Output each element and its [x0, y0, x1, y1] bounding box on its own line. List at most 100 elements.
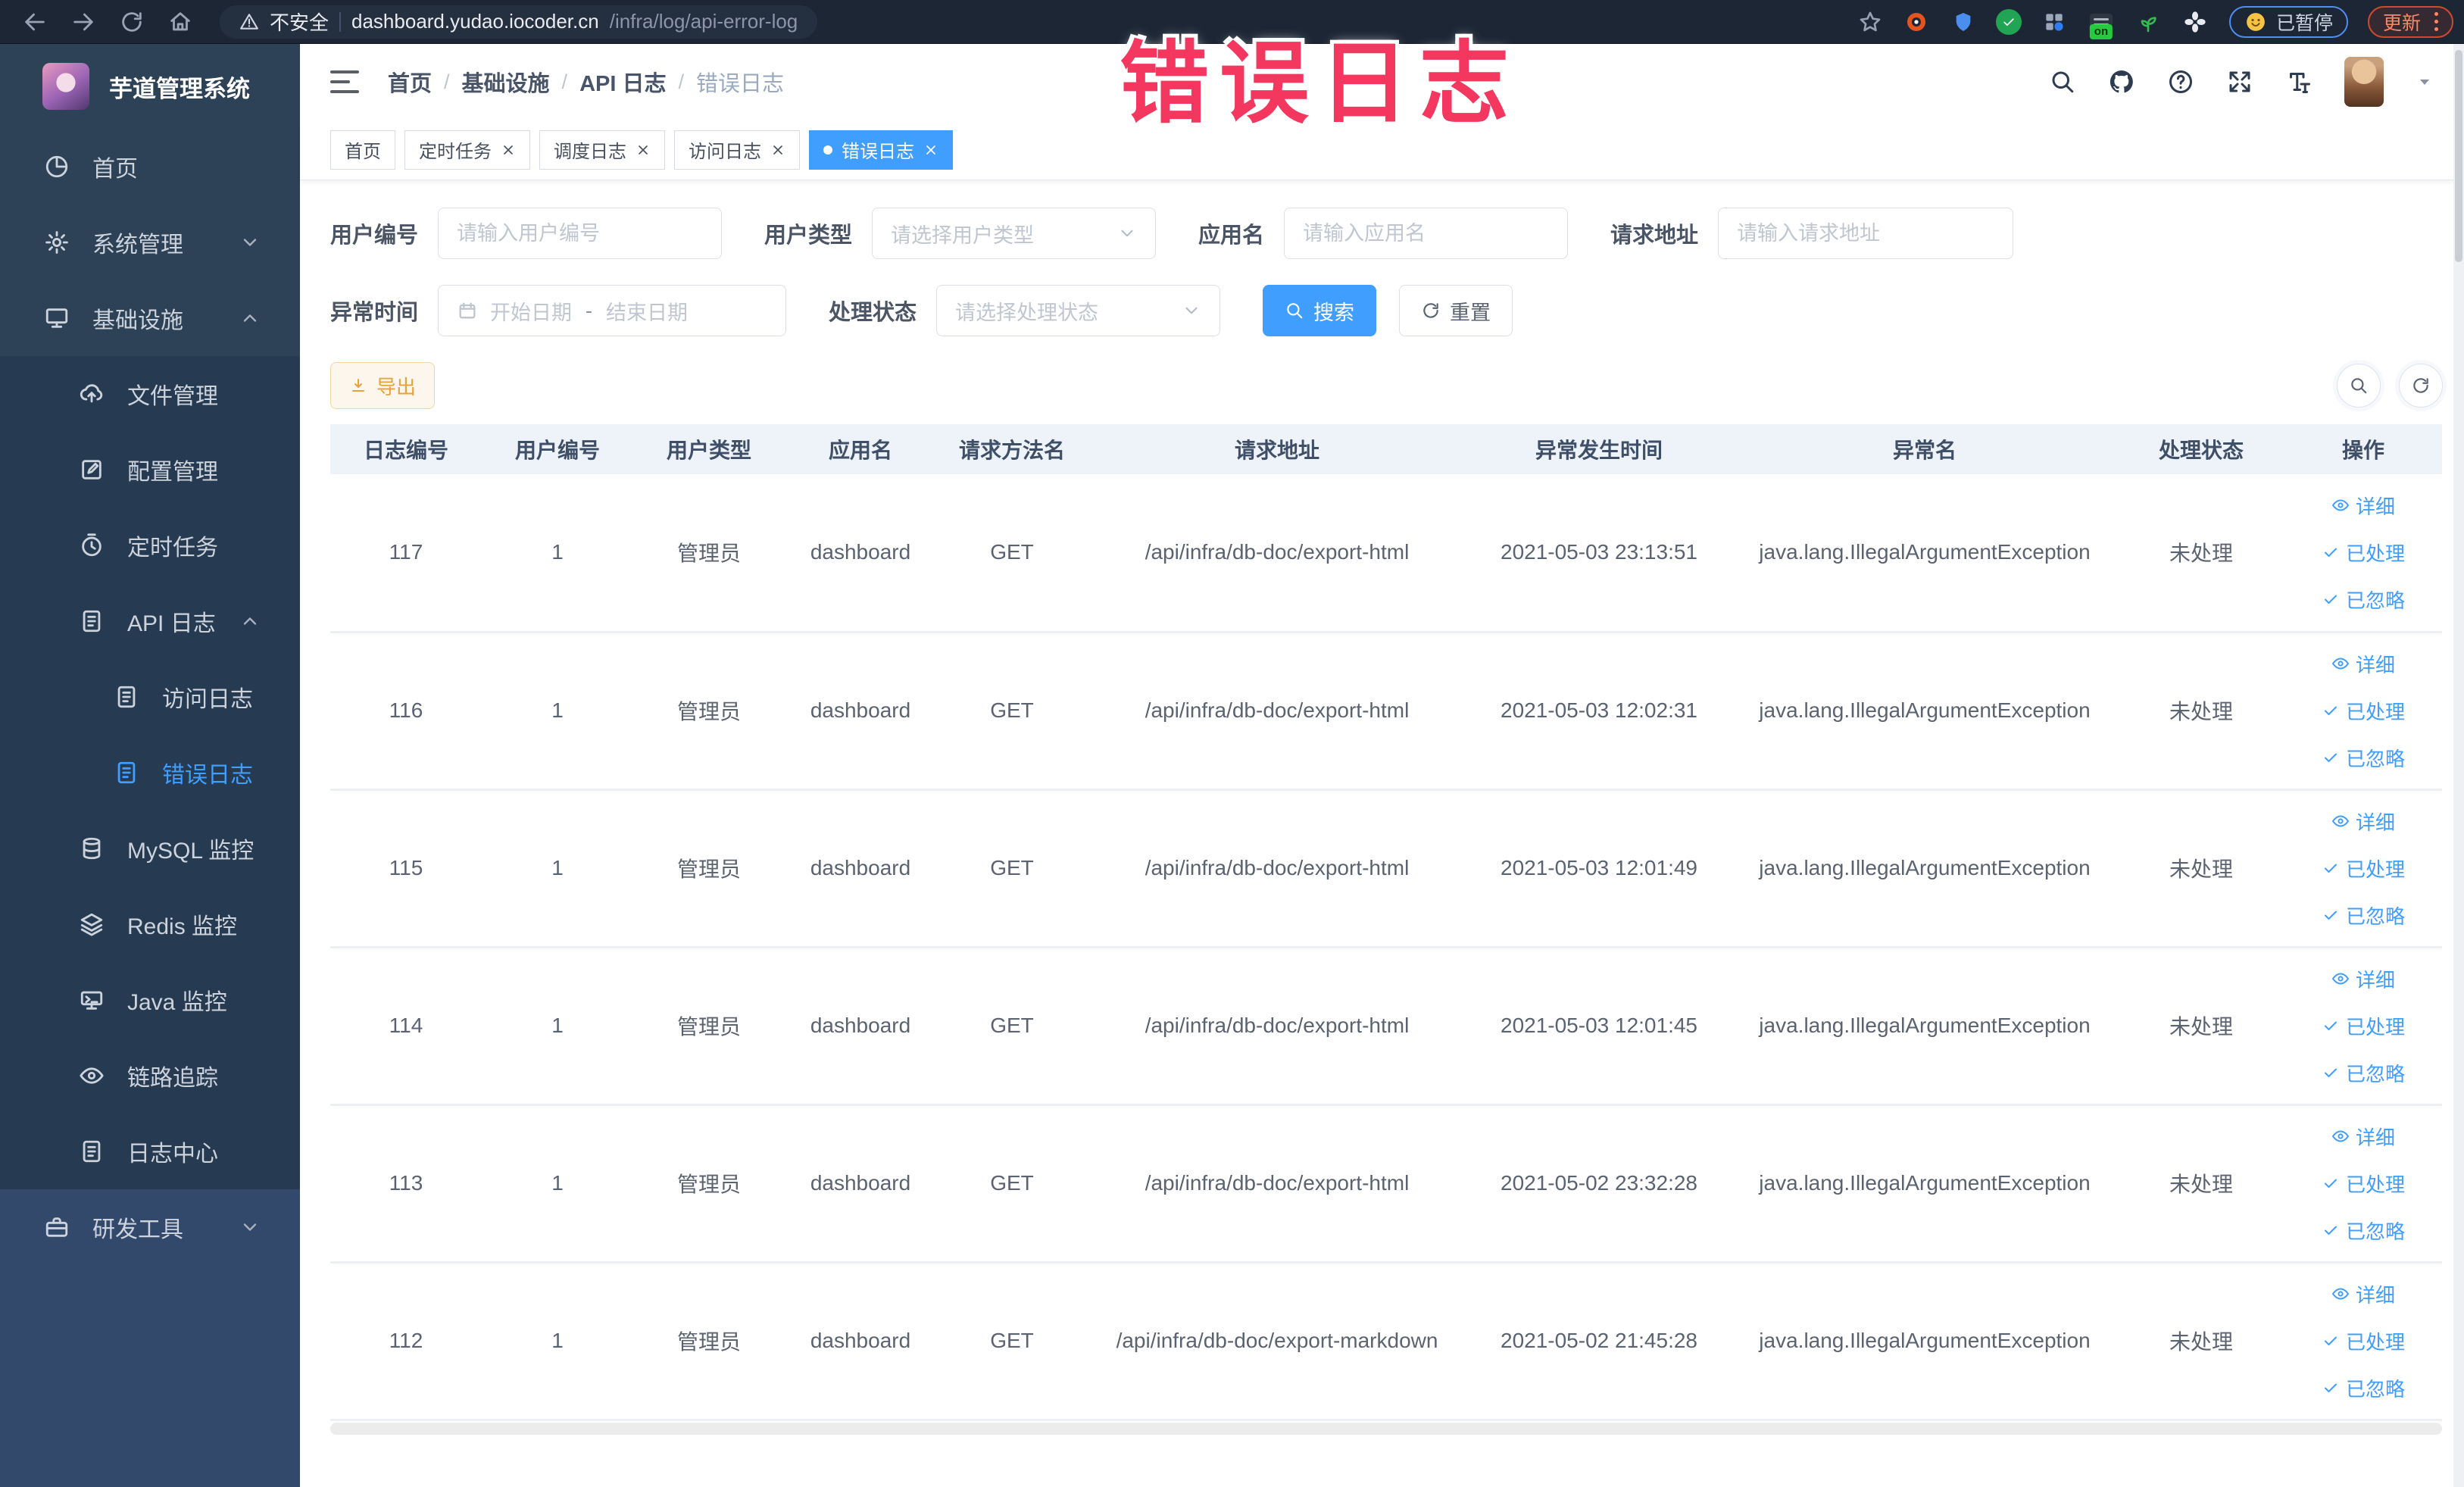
search-button-label: 搜索: [1313, 301, 1355, 324]
bookmark-star-icon[interactable]: [1858, 10, 1882, 34]
sidebar-item-配置管理[interactable]: 配置管理: [0, 432, 300, 508]
action-mark-processed[interactable]: 已处理: [2284, 1002, 2442, 1049]
action-label: 已处理: [2345, 700, 2405, 723]
breadcrumb-item[interactable]: 首页: [388, 66, 432, 98]
sidebar-item-文件管理[interactable]: 文件管理: [0, 356, 300, 432]
tab-错误日志[interactable]: 错误日志: [809, 130, 953, 170]
export-button[interactable]: 导出: [330, 362, 436, 409]
font-size-icon[interactable]: [2285, 68, 2313, 95]
action-mark-ignored[interactable]: 已忽略: [2284, 576, 2442, 623]
check-icon: [2322, 906, 2340, 924]
action-mark-processed[interactable]: 已处理: [2284, 1317, 2442, 1364]
close-tab-icon[interactable]: [770, 142, 785, 158]
browser-reload-icon[interactable]: [119, 9, 145, 35]
action-detail[interactable]: 详细: [2284, 640, 2442, 687]
date-range-picker[interactable]: 开始日期 - 结束日期: [438, 285, 787, 336]
cell-status: 未处理: [2118, 632, 2284, 791]
app-name-input[interactable]: [1303, 221, 1550, 245]
filter-process-status: 处理状态 请选择处理状态: [829, 285, 1221, 336]
process-status-select[interactable]: 请选择处理状态: [936, 285, 1221, 336]
tab-定时任务[interactable]: 定时任务: [404, 130, 530, 170]
browser-home-icon[interactable]: [167, 9, 193, 35]
action-mark-ignored[interactable]: 已忽略: [2284, 1049, 2442, 1096]
sidebar-item-基础设施[interactable]: 基础设施: [0, 280, 300, 356]
sidebar-item-链路追踪[interactable]: 链路追踪: [0, 1038, 300, 1114]
sidebar-item-首页[interactable]: 首页: [0, 129, 300, 205]
cloud-icon: [79, 381, 105, 407]
close-tab-icon[interactable]: [923, 142, 938, 158]
sidebar-item-label: 日志中心: [127, 1142, 218, 1167]
action-detail[interactable]: 详细: [2284, 1270, 2442, 1317]
sprout-extension-icon[interactable]: [2134, 8, 2163, 36]
sidebar-item-系统管理[interactable]: 系统管理: [0, 205, 300, 280]
breadcrumb-item[interactable]: API 日志: [579, 66, 666, 98]
toggle-search-button[interactable]: [2337, 364, 2381, 408]
action-detail[interactable]: 详细: [2284, 482, 2442, 529]
breadcrumb-item[interactable]: 基础设施: [462, 66, 550, 98]
address-bar[interactable]: 不安全 dashboard.yudao.iocoder.cn/infra/log…: [220, 5, 818, 39]
help-icon[interactable]: [2167, 68, 2194, 95]
close-tab-icon[interactable]: [501, 142, 516, 158]
action-label: 已处理: [2345, 1173, 2405, 1196]
shield-extension-icon[interactable]: [1949, 8, 1978, 36]
sidebar-item-MySQL-监控[interactable]: MySQL 监控: [0, 811, 300, 886]
action-detail[interactable]: 详细: [2284, 955, 2442, 1002]
header-search-icon[interactable]: [2049, 68, 2076, 95]
column-header-异常发生时间: 异常发生时间: [1466, 424, 1732, 474]
sidebar-item-错误日志[interactable]: 错误日志: [0, 735, 300, 811]
tab-访问日志[interactable]: 访问日志: [674, 130, 800, 170]
grid-extension-icon[interactable]: [2040, 8, 2069, 36]
sidebar-item-Redis-监控[interactable]: Redis 监控: [0, 886, 300, 962]
fullscreen-icon[interactable]: [2226, 68, 2253, 95]
pinwheel-extension-icon[interactable]: [2181, 8, 2209, 36]
browser-forward-icon[interactable]: [70, 9, 96, 35]
action-mark-ignored[interactable]: 已忽略: [2284, 1207, 2442, 1254]
github-icon[interactable]: [2108, 68, 2135, 95]
tab-首页[interactable]: 首页: [330, 130, 395, 170]
sidebar-collapse-icon[interactable]: [330, 70, 359, 93]
scrollbar-thumb[interactable]: [2455, 50, 2462, 262]
extension-icons: on: [1902, 8, 2209, 39]
tab-调度日志[interactable]: 调度日志: [539, 130, 665, 170]
cell-method: GET: [936, 632, 1088, 791]
cell-exception: java.lang.IllegalArgumentException: [1732, 789, 2118, 948]
browser-menu-icon[interactable]: [2434, 12, 2438, 31]
search-button[interactable]: 搜索: [1263, 285, 1377, 336]
vertical-scrollbar[interactable]: [2453, 44, 2464, 1487]
sidebar-item-API-日志[interactable]: API 日志: [0, 583, 300, 659]
cell-url: /api/infra/db-doc/export-markdown: [1088, 1262, 1466, 1421]
close-tab-icon[interactable]: [636, 142, 651, 158]
cell-time: 2021-05-02 21:45:28: [1466, 1262, 1732, 1421]
sidebar-item-访问日志[interactable]: 访问日志: [0, 659, 300, 735]
action-mark-processed[interactable]: 已处理: [2284, 845, 2442, 892]
user-avatar[interactable]: [2344, 57, 2384, 107]
browser-update-button[interactable]: 更新: [2367, 5, 2453, 38]
horizontal-scrollbar[interactable]: [330, 1422, 2442, 1435]
request-url-input[interactable]: [1737, 221, 1995, 245]
action-detail[interactable]: 详细: [2284, 1113, 2442, 1160]
sidebar-item-Java-监控[interactable]: Java 监控: [0, 962, 300, 1038]
paused-extension-button[interactable]: 已暂停: [2228, 5, 2348, 38]
reset-button[interactable]: 重置: [1399, 285, 1513, 336]
check-circle-extension-icon[interactable]: [1995, 8, 2022, 35]
action-mark-processed[interactable]: 已处理: [2284, 529, 2442, 576]
sidebar-item-定时任务[interactable]: 定时任务: [0, 508, 300, 583]
refresh-table-button[interactable]: [2399, 364, 2443, 408]
user-id-input[interactable]: [457, 221, 704, 245]
switch-on-extension-icon[interactable]: on: [2087, 8, 2116, 39]
sidebar-item-研发工具[interactable]: 研发工具: [0, 1189, 300, 1265]
sidebar-item-日志中心[interactable]: 日志中心: [0, 1114, 300, 1189]
action-mark-processed[interactable]: 已处理: [2284, 1160, 2442, 1207]
action-mark-ignored[interactable]: 已忽略: [2284, 892, 2442, 939]
chevron-up-icon: [239, 611, 261, 632]
sidebar-logo[interactable]: 芋道管理系统: [0, 44, 300, 129]
target-extension-icon[interactable]: [1902, 8, 1931, 36]
avatar-dropdown-caret-icon[interactable]: [2416, 73, 2434, 91]
action-label: 已忽略: [2345, 1062, 2405, 1086]
browser-back-icon[interactable]: [22, 9, 48, 35]
action-mark-processed[interactable]: 已处理: [2284, 687, 2442, 734]
user-type-select[interactable]: 请选择用户类型: [872, 208, 1157, 259]
action-detail[interactable]: 详细: [2284, 798, 2442, 845]
action-mark-ignored[interactable]: 已忽略: [2284, 1364, 2442, 1411]
action-mark-ignored[interactable]: 已忽略: [2284, 734, 2442, 781]
